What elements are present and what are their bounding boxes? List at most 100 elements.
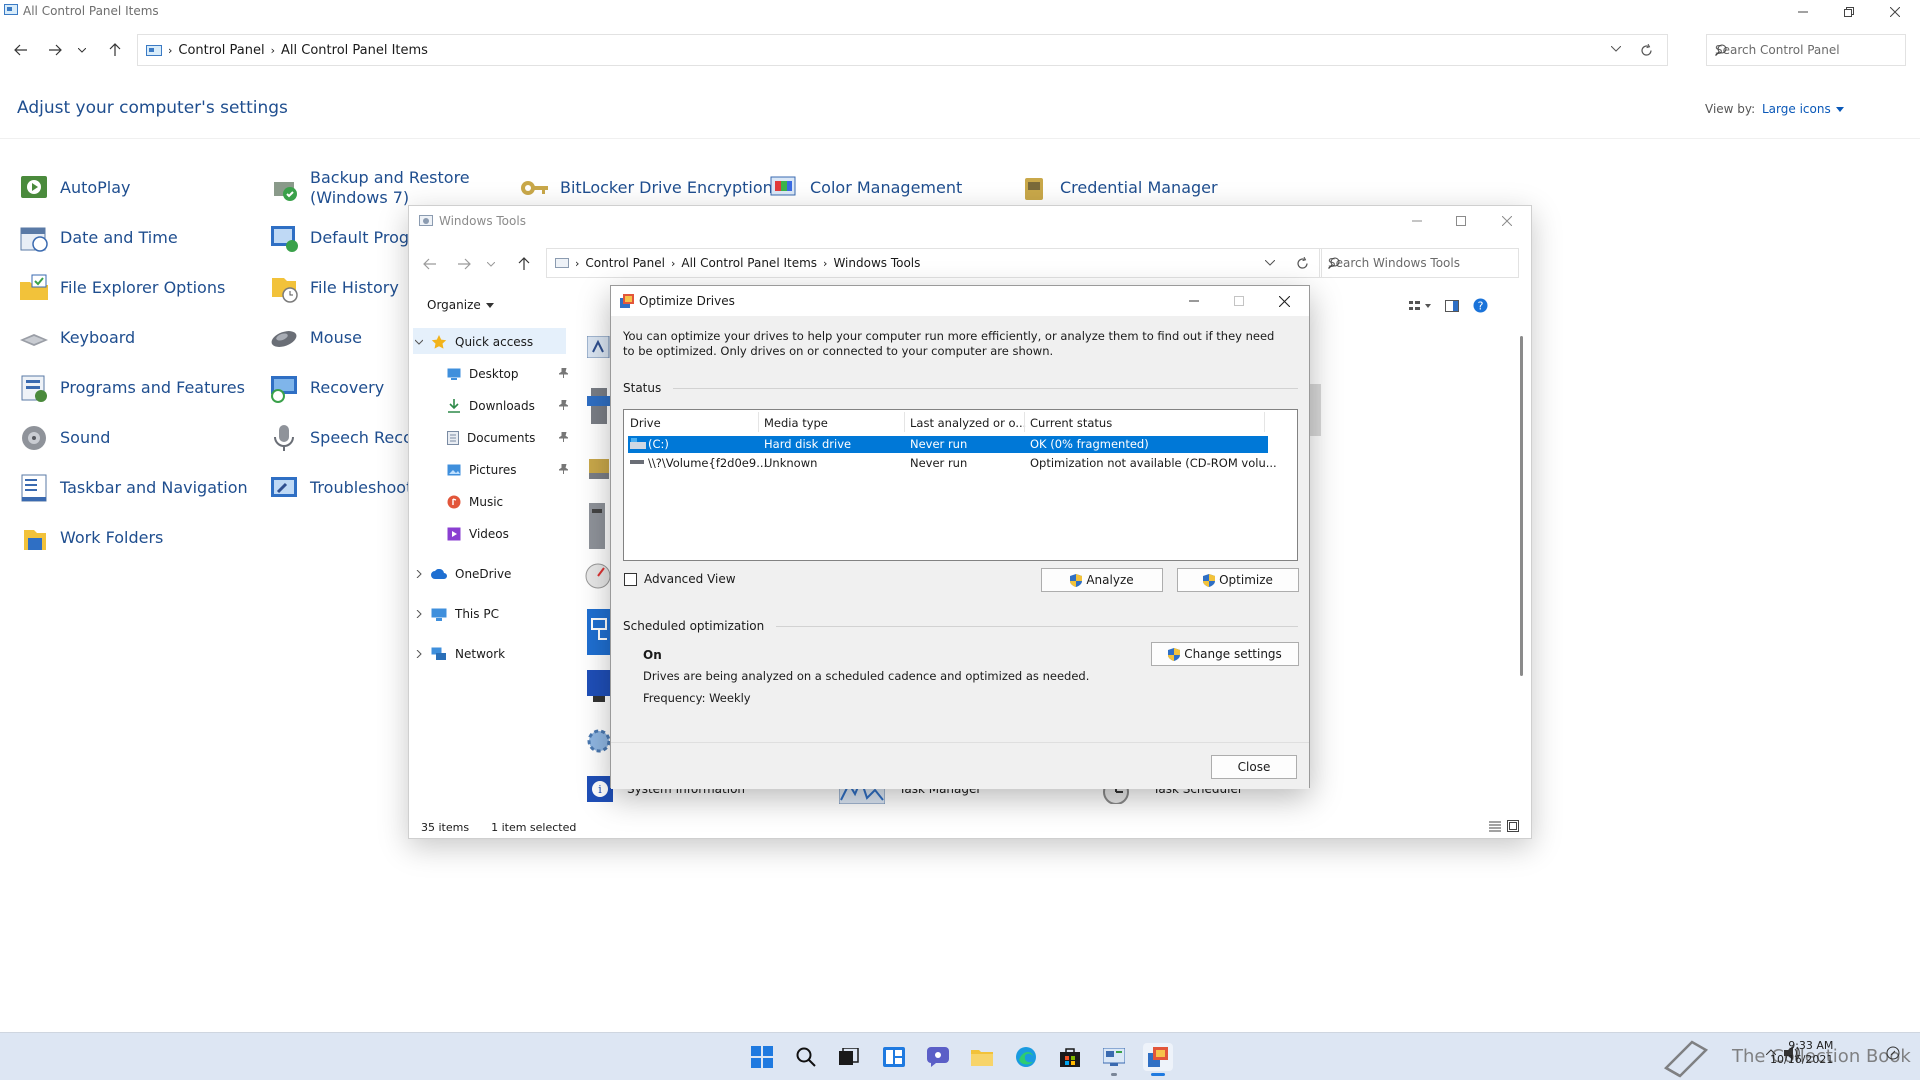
- maximize-button[interactable]: [1438, 206, 1484, 236]
- nav-item-quick-access[interactable]: Quick access: [415, 330, 533, 354]
- optimize-button[interactable]: Optimize: [1177, 568, 1299, 592]
- breadcrumb-all-items[interactable]: All Control Panel Items: [281, 43, 428, 58]
- drive-row[interactable]: \\?\Volume{f2d0e9... Unknown Never run O…: [628, 455, 1277, 472]
- up-button[interactable]: [511, 252, 537, 276]
- cp-item-bitlocker[interactable]: BitLocker Drive Encryption: [518, 172, 773, 204]
- cp-item-speech-recognition[interactable]: Speech Recog: [268, 422, 423, 454]
- vertical-scrollbar[interactable]: [1520, 336, 1523, 676]
- nav-item-this-pc[interactable]: This PC: [415, 602, 499, 626]
- nav-item-videos[interactable]: Videos: [447, 522, 509, 546]
- edge-icon[interactable]: [1011, 1043, 1041, 1071]
- column-header-drive[interactable]: Drive: [630, 416, 661, 430]
- nav-item-music[interactable]: Music: [447, 490, 503, 514]
- preview-pane-icon[interactable]: [1445, 299, 1459, 312]
- nav-item-desktop[interactable]: Desktop: [447, 362, 605, 386]
- search-input[interactable]: Search Control Panel: [1706, 34, 1906, 66]
- notification-icon[interactable]: [1886, 1046, 1900, 1060]
- nav-item-onedrive[interactable]: OneDrive: [415, 562, 511, 586]
- tool-item-peek[interactable]: [587, 451, 611, 481]
- chevron-down-icon[interactable]: [1265, 260, 1275, 266]
- column-separator[interactable]: [1024, 412, 1025, 432]
- nav-item-downloads[interactable]: Downloads: [447, 394, 605, 418]
- chevron-down-icon[interactable]: [1611, 46, 1621, 52]
- breadcrumb-windows-tools[interactable]: Windows Tools: [833, 256, 920, 270]
- nav-item-network[interactable]: Network: [415, 642, 505, 666]
- column-separator[interactable]: [1264, 412, 1265, 432]
- breadcrumb-control-panel[interactable]: Control Panel: [178, 43, 264, 58]
- refresh-icon[interactable]: [1296, 257, 1309, 270]
- close-button[interactable]: [1261, 286, 1307, 316]
- widgets-icon[interactable]: [879, 1043, 909, 1071]
- view-by-dropdown[interactable]: Large icons: [1762, 102, 1844, 116]
- cp-item-backup-restore[interactable]: Backup and Restore (Windows 7): [268, 168, 470, 208]
- breadcrumb-control-panel[interactable]: Control Panel: [585, 256, 665, 270]
- defrag-icon[interactable]: [1143, 1043, 1173, 1076]
- file-explorer-icon[interactable]: [967, 1043, 997, 1071]
- chevron-down-icon[interactable]: [415, 338, 423, 346]
- column-separator[interactable]: [904, 412, 905, 432]
- cp-item-color-management[interactable]: Color Management: [768, 172, 962, 204]
- cp-item-programs-features[interactable]: Programs and Features: [18, 372, 245, 404]
- dialog-close-button[interactable]: Close: [1211, 755, 1297, 779]
- cp-item-file-explorer-options[interactable]: File Explorer Options: [18, 272, 225, 304]
- large-icons-view-icon[interactable]: [1507, 820, 1519, 832]
- restore-button[interactable]: [1826, 0, 1872, 24]
- column-separator[interactable]: [758, 412, 759, 432]
- cp-item-file-history[interactable]: File History: [268, 272, 399, 304]
- address-bar[interactable]: › Control Panel › All Control Panel Item…: [546, 248, 1322, 278]
- drives-list[interactable]: Drive Media type Last analyzed or o... C…: [623, 409, 1298, 561]
- system-clock[interactable]: 9:33 AM 10/16/2021: [1770, 1039, 1833, 1067]
- minimize-button[interactable]: [1171, 286, 1217, 316]
- chevron-right-icon[interactable]: [415, 610, 423, 618]
- up-button[interactable]: [102, 38, 128, 62]
- change-settings-button[interactable]: Change settings: [1151, 642, 1299, 666]
- minimize-button[interactable]: [1394, 206, 1440, 236]
- advanced-view-checkbox[interactable]: Advanced View: [624, 572, 736, 586]
- cp-item-sound[interactable]: Sound: [18, 422, 110, 454]
- search-icon[interactable]: [1715, 44, 1895, 56]
- store-icon[interactable]: [1055, 1043, 1085, 1071]
- close-button[interactable]: [1484, 206, 1530, 236]
- forward-button[interactable]: [42, 38, 68, 62]
- column-header-current-status[interactable]: Current status: [1030, 416, 1112, 430]
- help-icon[interactable]: ?: [1473, 298, 1488, 313]
- close-button[interactable]: [1872, 0, 1918, 24]
- nav-item-documents[interactable]: Documents: [447, 426, 605, 450]
- drive-row-selected[interactable]: (C:) Hard disk drive Never run OK (0% fr…: [628, 436, 1268, 453]
- refresh-icon[interactable]: [1640, 44, 1653, 57]
- maximize-button[interactable]: [1216, 286, 1262, 316]
- back-button[interactable]: [8, 38, 34, 62]
- tool-item-peek[interactable]: [587, 721, 611, 761]
- forward-button[interactable]: [451, 252, 477, 276]
- search-input[interactable]: Search Windows Tools: [1319, 248, 1519, 278]
- chevron-right-icon[interactable]: [415, 650, 423, 658]
- cp-item-work-folders[interactable]: Work Folders: [18, 522, 163, 554]
- tool-item-peek[interactable]: [585, 556, 611, 596]
- tool-item-peek[interactable]: [587, 336, 611, 358]
- recent-locations-button[interactable]: [74, 38, 90, 62]
- tool-item-peek[interactable]: [587, 386, 611, 426]
- nav-item-pictures[interactable]: Pictures: [447, 458, 605, 482]
- back-button[interactable]: [417, 252, 443, 276]
- cp-item-default-programs[interactable]: Default Progra: [268, 222, 425, 254]
- checkbox-box[interactable]: [624, 572, 637, 586]
- organize-menu[interactable]: Organize: [427, 298, 494, 312]
- address-bar[interactable]: › Control Panel › All Control Panel Item…: [137, 34, 1668, 66]
- cp-item-date-time[interactable]: Date and Time: [18, 222, 178, 254]
- breadcrumb-all-items[interactable]: All Control Panel Items: [681, 256, 817, 270]
- search-icon[interactable]: [1328, 257, 1508, 269]
- cp-item-recovery[interactable]: Recovery: [268, 372, 384, 404]
- start-icon[interactable]: [747, 1043, 777, 1071]
- cp-item-taskbar-navigation[interactable]: Taskbar and Navigation: [18, 472, 248, 504]
- details-view-icon[interactable]: [1489, 821, 1501, 832]
- search-icon[interactable]: [791, 1043, 821, 1071]
- task-view-icon[interactable]: [834, 1043, 864, 1071]
- chevron-right-icon[interactable]: [415, 570, 423, 578]
- cp-item-credential-manager[interactable]: Credential Manager: [1018, 172, 1218, 204]
- column-header-last-analyzed[interactable]: Last analyzed or o...: [910, 416, 1026, 430]
- cp-item-autoplay[interactable]: AutoPlay: [18, 172, 131, 204]
- chat-icon[interactable]: [923, 1043, 953, 1071]
- analyze-button[interactable]: Analyze: [1041, 568, 1163, 592]
- cp-item-mouse[interactable]: Mouse: [268, 322, 362, 354]
- tool-item-peek[interactable]: [587, 501, 607, 551]
